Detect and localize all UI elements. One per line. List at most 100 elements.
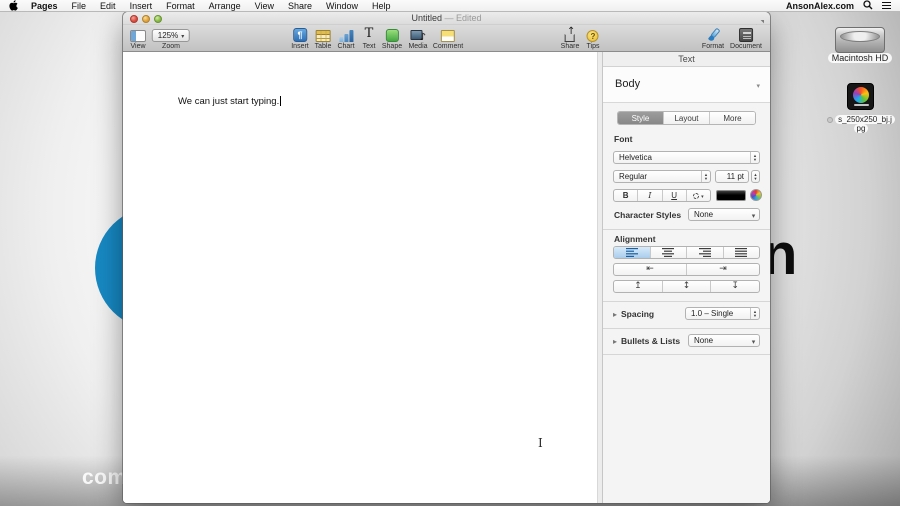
advanced-options-button[interactable]	[685, 190, 710, 201]
indent-left-icon: ⇤	[646, 264, 654, 274]
tab-style[interactable]: Style	[618, 112, 663, 124]
document-button[interactable]: Document	[730, 27, 762, 50]
text-caret	[280, 96, 282, 106]
menu-share[interactable]: Share	[281, 0, 319, 12]
zoom-dropdown[interactable]: 125%	[151, 29, 191, 42]
macintosh-hd-label[interactable]: Macintosh HD	[820, 53, 900, 63]
jpg-file-label[interactable]: s_250x250_bj.j pg	[818, 115, 900, 133]
desktop: n com Macintosh HD s_250x250_bj.j pg Unt…	[0, 0, 900, 506]
menu-view[interactable]: View	[248, 0, 281, 12]
media-icon	[409, 29, 426, 42]
menu-bar-right: AnsonAlex.com	[786, 0, 900, 12]
underline-button[interactable]: U	[661, 190, 686, 201]
align-top-button[interactable]: ↥	[614, 281, 662, 292]
pages-window: Untitled — Edited View 125% Zoom Insert …	[123, 12, 770, 503]
chart-icon	[339, 29, 353, 42]
jpg-file-icon[interactable]	[847, 83, 874, 110]
media-button[interactable]: Media	[408, 27, 428, 50]
align-top-icon: ↥	[634, 281, 642, 291]
align-center-icon	[662, 248, 675, 257]
document-page[interactable]: We can just start typing. I	[123, 52, 597, 503]
divider	[603, 354, 770, 355]
format-brush-icon	[705, 27, 721, 43]
menu-arrange[interactable]: Arrange	[202, 0, 248, 12]
shape-button[interactable]: Shape	[382, 27, 402, 50]
tab-layout[interactable]: Layout	[663, 112, 709, 124]
tips-button[interactable]: Tips	[587, 27, 599, 50]
text-icon	[365, 24, 374, 42]
stepper-icon	[750, 152, 759, 163]
color-wheel-button[interactable]	[750, 189, 762, 201]
font-weight-select[interactable]: Regular	[613, 170, 711, 183]
menu-format[interactable]: Format	[159, 0, 202, 12]
window-content: We can just start typing. I Text Body St…	[123, 52, 770, 503]
chevron-down-icon	[701, 191, 704, 200]
document-icon	[739, 28, 753, 42]
format-button[interactable]: Format	[702, 27, 724, 50]
menu-help[interactable]: Help	[365, 0, 398, 12]
align-middle-icon: ↕	[682, 281, 691, 291]
menu-bar: Pages File Edit Insert Format Arrange Vi…	[0, 0, 900, 12]
spacing-row: Spacing	[613, 307, 654, 321]
menu-edit[interactable]: Edit	[93, 0, 123, 12]
apple-menu[interactable]	[9, 0, 18, 11]
chart-button[interactable]: Chart	[337, 27, 355, 50]
menu-file[interactable]: File	[65, 0, 94, 12]
view-button[interactable]: View	[130, 27, 146, 50]
title-bar[interactable]: Untitled — Edited	[123, 12, 770, 28]
divider	[603, 328, 770, 329]
align-justify-button[interactable]	[722, 247, 760, 258]
paragraph-style-row[interactable]: Body	[603, 67, 770, 103]
increase-indent-button[interactable]: ⇥	[686, 264, 759, 275]
table-button[interactable]: Table	[315, 27, 331, 50]
align-left-button[interactable]	[614, 247, 650, 258]
disclosure-triangle-icon[interactable]	[613, 336, 617, 346]
edited-status: — Edited	[444, 13, 482, 23]
menu-window[interactable]: Window	[319, 0, 365, 12]
decrease-indent-button[interactable]: ⇤	[614, 264, 686, 275]
macintosh-hd-icon[interactable]	[835, 27, 885, 53]
bullets-row: Bullets & Lists	[613, 334, 680, 348]
menu-insert[interactable]: Insert	[123, 0, 160, 12]
notification-center-icon[interactable]	[882, 1, 891, 4]
zoom-control[interactable]: 125% Zoom	[151, 27, 191, 50]
stepper-icon	[750, 308, 759, 319]
font-color-well[interactable]	[716, 190, 746, 201]
insert-icon	[292, 28, 307, 42]
font-size-stepper[interactable]	[751, 170, 760, 183]
share-button[interactable]: Share	[561, 27, 579, 50]
indent-right-icon: ⇥	[719, 264, 727, 274]
alignment-label: Alignment	[614, 234, 656, 244]
spacing-select[interactable]: 1.0 – Single	[685, 307, 760, 320]
align-middle-button[interactable]: ↕	[661, 281, 711, 292]
file-label-line2: pg	[853, 124, 869, 133]
spotlight-search-icon[interactable]	[863, 0, 873, 12]
spacing-label: Spacing	[621, 309, 655, 319]
font-size-field[interactable]: 11 pt	[715, 170, 749, 183]
divider	[603, 301, 770, 302]
menu-pages[interactable]: Pages	[24, 0, 65, 12]
stepper-icon	[701, 171, 710, 182]
insert-button[interactable]: Insert	[291, 27, 309, 50]
align-bottom-icon: ↧	[731, 281, 739, 291]
align-bottom-button[interactable]: ↧	[710, 281, 759, 292]
bullets-select[interactable]: None	[688, 334, 760, 347]
file-label-badge	[827, 117, 834, 123]
align-right-button[interactable]	[686, 247, 723, 258]
italic-button[interactable]: I	[637, 190, 661, 201]
text-button[interactable]: Text	[363, 27, 376, 50]
character-styles-select[interactable]: None	[688, 208, 760, 221]
document-text[interactable]: We can just start typing.	[178, 96, 282, 107]
style-tabs: Style Layout More	[617, 111, 756, 125]
comment-button[interactable]: Comment	[433, 27, 463, 50]
chevron-down-icon	[756, 80, 760, 90]
disclosure-triangle-icon[interactable]	[613, 309, 617, 319]
tips-icon	[587, 30, 599, 42]
toolbar: View 125% Zoom Insert Table Chart Text	[123, 25, 770, 52]
align-center-button[interactable]	[649, 247, 687, 258]
tab-more[interactable]: More	[709, 112, 755, 124]
bold-button[interactable]: B	[614, 190, 637, 201]
font-family-select[interactable]: Helvetica	[613, 151, 760, 164]
alignment-buttons	[613, 246, 760, 259]
format-panel: Text Body Style Layout More Font Helveti…	[603, 52, 770, 503]
